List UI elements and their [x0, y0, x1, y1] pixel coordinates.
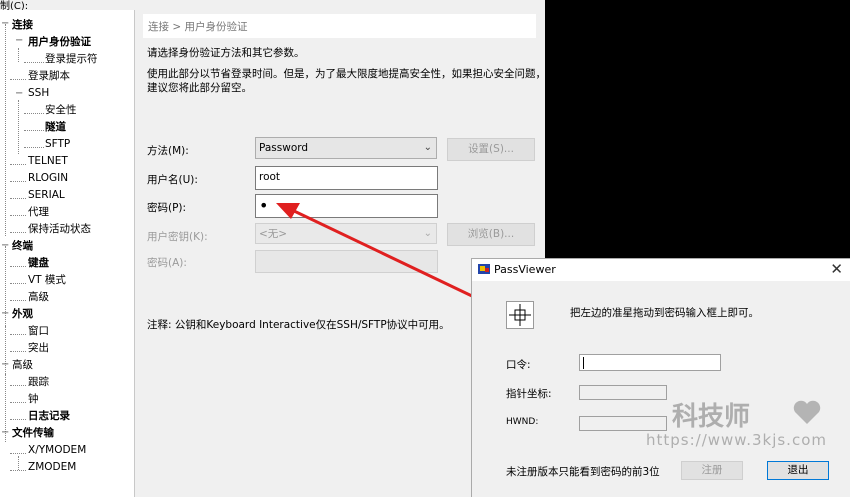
instruction-text: 把左边的准星拖动到密码输入框上即可。 [570, 307, 759, 319]
passviewer-app-icon [478, 264, 490, 274]
watermark-url: https://www.3kjs.com [646, 431, 827, 449]
crosshair-icon [509, 304, 531, 326]
footer-note: 未注册版本只能看到密码的前3位 [506, 466, 660, 478]
heart-icon [793, 400, 821, 424]
hwnd-label: HWND: [506, 417, 539, 427]
passviewer-window: PassViewer ✕ 把左边的准星拖动到密码输入框上即可。 口令: 指针坐标… [471, 258, 850, 497]
passviewer-title: PassViewer [494, 263, 556, 276]
watermark: 科技师 https://www.3kjs.com [640, 396, 840, 456]
recovered-password-field[interactable] [579, 354, 721, 371]
text-cursor [583, 357, 584, 369]
close-icon[interactable]: ✕ [830, 260, 843, 278]
exit-button[interactable]: 退出 [767, 461, 829, 480]
coords-label: 指针坐标: [506, 388, 552, 400]
watermark-name: 科技师 [672, 402, 751, 432]
crosshair-target[interactable] [506, 301, 534, 329]
password-label: 口令: [506, 359, 531, 371]
passviewer-titlebar: PassViewer ✕ [472, 259, 850, 281]
register-button[interactable]: 注册 [681, 461, 743, 480]
